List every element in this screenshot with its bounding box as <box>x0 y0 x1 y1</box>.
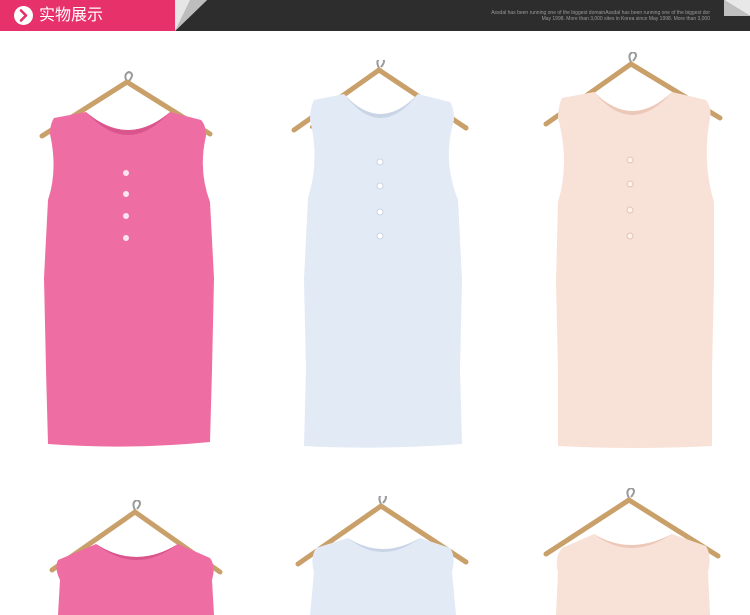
pink-dress-image <box>39 70 214 447</box>
tagline-line-2: May 1998. More than 3,000 sites in Korea… <box>541 16 710 22</box>
section-header: 实物展示 Assdal has been running one of the … <box>0 0 750 31</box>
corner-fold-decoration <box>722 0 750 18</box>
product-photo-peach-dress[interactable] <box>542 52 724 452</box>
peach-dress-image-2 <box>543 488 721 615</box>
light-blue-dress-image <box>291 60 469 448</box>
product-photo-peach-dress-2[interactable] <box>540 488 724 615</box>
tab-fold-decoration <box>160 0 207 31</box>
chevron-right-circle-icon <box>14 6 33 25</box>
product-photo-light-blue-dress[interactable] <box>290 60 472 452</box>
section-title-tab: 实物展示 <box>0 0 175 31</box>
light-blue-dress-image-2 <box>295 496 469 615</box>
peach-dress-image <box>543 52 723 448</box>
product-photo-light-blue-dress-2[interactable] <box>292 496 472 615</box>
product-photo-pink-dress-2[interactable] <box>46 500 226 615</box>
product-photo-pink-dress[interactable] <box>38 70 216 452</box>
pink-dress-image-2 <box>49 500 223 615</box>
header-tagline: Assdal has been running one of the bigge… <box>420 10 710 22</box>
section-title: 实物展示 <box>39 5 104 24</box>
